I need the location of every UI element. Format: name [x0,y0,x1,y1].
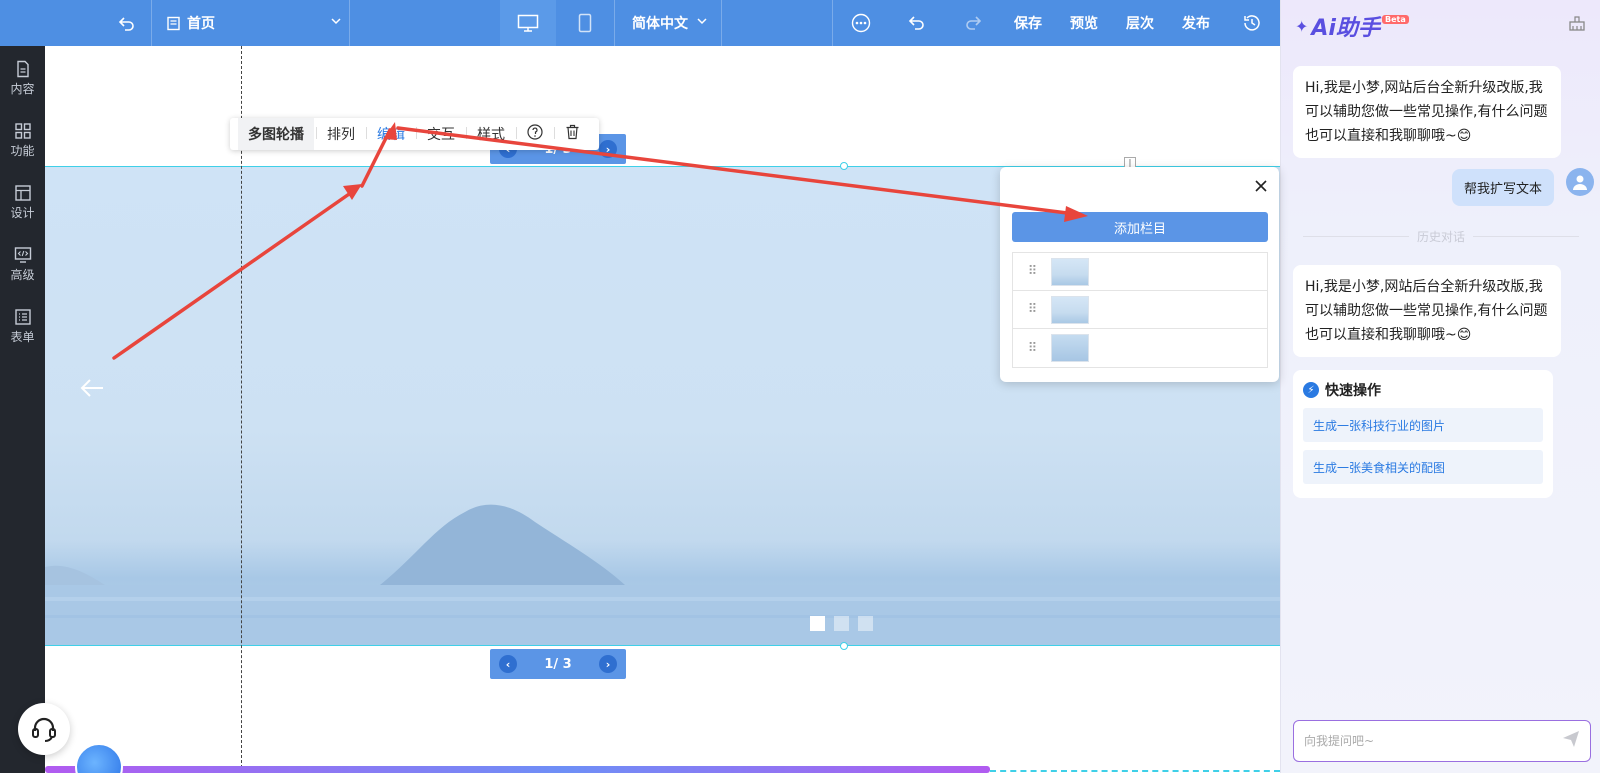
redo-icon [966,16,982,30]
pager-bottom: ‹ 1/ 3 › [490,649,626,679]
more-button[interactable] [840,0,882,46]
clear-chat-icon[interactable] [1568,15,1586,35]
quick-actions: ⚡ 快速操作 生成一张科技行业的图片 生成一张美食相关的配图 [1293,370,1553,498]
quick-action-item[interactable]: 生成一张美食相关的配图 [1303,450,1543,484]
edit-popup: 添加栏目 ⠿ ⠿ ⠿ [1000,167,1279,382]
help-icon[interactable] [516,124,554,144]
more-icon [851,13,871,33]
top-toolbar: 首页 简体中文 保存 预览 层次 发布 [0,0,1280,46]
layout-icon [14,185,31,201]
language-label: 简体中文 [632,16,688,32]
dot-2[interactable] [834,616,849,631]
slide-row[interactable]: ⠿ [1013,329,1267,367]
ai-input-box [1293,720,1591,762]
slide-row[interactable]: ⠿ [1013,291,1267,329]
slide-thumbnail [1051,334,1089,362]
next-icon[interactable]: › [599,140,617,158]
slide-row[interactable]: ⠿ [1013,253,1267,291]
desktop-view-button[interactable] [500,0,556,46]
prev-icon[interactable]: ‹ [499,655,517,673]
redo-button[interactable] [952,0,994,46]
add-column-button[interactable]: 添加栏目 [1012,212,1268,242]
left-nav: 内容 功能 设计 高级 表单 [0,46,45,773]
ai-logo-text: Ai助手 [1311,16,1380,41]
save-button[interactable]: 保存 [1006,0,1050,46]
guide-line [241,46,242,773]
resize-handle-top[interactable] [840,162,848,170]
language-selector[interactable]: 简体中文 [620,0,720,46]
arrow-left-icon[interactable] [78,377,106,403]
preview-button[interactable]: 预览 [1062,0,1106,46]
edit-button[interactable]: 编辑 [366,124,416,144]
bolt-icon: ⚡ [1303,382,1319,398]
drag-handle-icon[interactable]: ⠿ [1013,341,1051,356]
close-icon[interactable] [1255,177,1267,196]
resize-handle-bottom[interactable] [840,642,848,650]
page-selector[interactable]: 首页 [166,0,346,46]
user-message: 帮我扩写文本 [1451,169,1554,206]
trash-icon[interactable] [554,124,591,144]
dot-3[interactable] [858,616,873,631]
assistant-message: Hi,我是小梦,网站后台全新升级改版,我可以辅助您做一些常见操作,有什么问题也可… [1293,265,1561,357]
ai-question-input[interactable] [1304,734,1534,748]
grid-icon [14,123,31,139]
undo-button[interactable] [896,0,938,46]
mobile-view-button[interactable] [557,0,613,46]
mobile-icon [578,13,592,33]
document-icon [16,60,29,78]
progress-bar [45,766,990,773]
slide-thumbnail [1051,295,1089,324]
nav-item-design[interactable]: 设计 [0,176,45,232]
nav-item-advanced[interactable]: 高级 [0,238,45,294]
page-label: 首页 [187,16,215,32]
page-icon [167,16,180,30]
component-type-label[interactable]: 多图轮播 [238,118,314,150]
nav-label: 表单 [10,330,35,344]
quick-title-text: 快速操作 [1325,383,1381,399]
quick-action-item[interactable]: 生成一张科技行业的图片 [1303,408,1543,442]
arrange-button[interactable]: 排列 [316,124,366,144]
selection-border [990,770,1280,772]
nav-item-form[interactable]: 表单 [0,300,45,356]
layers-button[interactable]: 层次 [1118,0,1162,46]
form-icon [14,309,31,325]
pager-text: 1/ 3 [544,656,572,672]
sparkle-icon: ✦ [1295,16,1309,36]
next-icon[interactable]: › [599,655,617,673]
chevron-down-icon [330,15,342,31]
quick-actions-title: ⚡ 快速操作 [1303,380,1543,400]
assistant-message: Hi,我是小梦,网站后台全新升级改版,我可以辅助您做一些常见操作,有什么问题也可… [1293,66,1561,158]
nav-label: 功能 [10,144,35,158]
user-avatar [1566,168,1594,196]
slide-thumbnail [1051,257,1089,286]
undo-icon [908,16,924,30]
nav-label: 设计 [10,206,35,220]
carousel-dots [810,616,873,631]
undo-nav-icon[interactable] [108,0,146,46]
customer-service-button[interactable] [18,703,70,755]
style-button[interactable]: 样式 [466,124,516,144]
history-icon [1244,15,1260,31]
drag-handle-icon[interactable]: ⠿ [1013,264,1051,279]
chevron-down-icon [696,15,708,31]
dot-1[interactable] [810,616,825,631]
drag-handle-icon[interactable]: ⠿ [1013,302,1051,317]
nav-item-features[interactable]: 功能 [0,114,45,170]
send-icon[interactable] [1562,730,1580,752]
nav-label: 内容 [10,82,35,96]
desktop-icon [517,14,539,32]
ai-logo: ✦ Ai助手 Beta [1295,10,1409,42]
slide-list: ⠿ ⠿ ⠿ [1012,252,1268,368]
history-button[interactable] [1232,0,1272,46]
code-icon [14,247,31,263]
history-divider: 历史对话 [1295,227,1587,245]
component-toolbar: 多图轮播 排列 编辑 交互 样式 [230,118,599,150]
nav-label: 高级 [10,268,35,282]
publish-button[interactable]: 发布 [1174,0,1218,46]
interaction-button[interactable]: 交互 [416,124,466,144]
nav-item-content[interactable]: 内容 [0,52,45,108]
ai-assistant-panel: ✦ Ai助手 Beta Hi,我是小梦,网站后台全新升级改版,我可以辅助您做一些… [1280,0,1600,773]
beta-badge: Beta [1381,14,1409,24]
headset-icon [32,717,56,742]
